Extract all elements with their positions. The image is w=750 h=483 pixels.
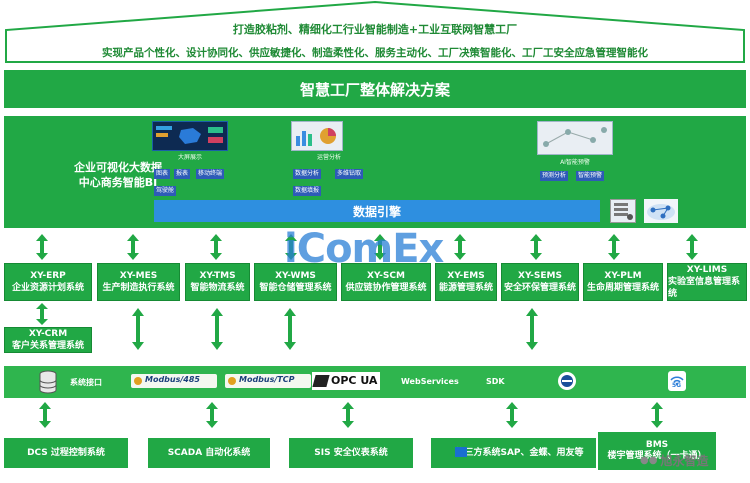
system-name: 智能物流系统 [190, 283, 245, 293]
bottom-scada: SCADA 自动化系统 [148, 438, 270, 468]
system-scm: XY-SCM 供应链协作管理系统 [341, 263, 431, 301]
system-code: XY-SCM [367, 271, 405, 281]
roof-line1: 打造胶粘剂、精细化工行业智能制造+工业互联网智慧工厂 [232, 23, 518, 36]
modbus-485-badge: Modbus/485 [131, 374, 217, 388]
roof-line2: 实现产品个性化、设计协同化、供应敏捷化、制造柔性化、服务主动化、工厂决策智能化、… [102, 46, 648, 59]
webservices-label: WebServices [401, 377, 459, 386]
network-badge-icon [558, 372, 576, 390]
sdk-label: SDK [486, 377, 505, 386]
dashboard-thumbnail-operations [291, 121, 343, 151]
modbus-tcp-label: Modbus/TCP [239, 375, 295, 384]
system-name: 能源管理系统 [438, 283, 493, 293]
bottom-name: SCADA 自动化系统 [167, 447, 251, 458]
system-tms: XY-TMS 智能物流系统 [185, 263, 250, 301]
dashboard-tag: 报表 [174, 169, 191, 179]
system-code: XY-LIMS [686, 265, 728, 275]
dashboard-tag: 数据分析 [293, 169, 322, 179]
5g-badge: 5G [668, 371, 686, 391]
modbus-icon [228, 377, 236, 385]
system-wms: XY-WMS 智能仓储管理系统 [254, 263, 337, 301]
arrows-systems-to-interface [132, 308, 538, 350]
arrows-interface-to-bottom [39, 402, 663, 428]
dashboard-caption: 大屏展示 [177, 154, 202, 161]
bottom-sis: SIS 安全仪表系统 [289, 438, 413, 468]
system-name: 生产制造执行系统 [102, 283, 175, 293]
system-erp: XY-ERP 企业资源计划系统 [4, 263, 92, 301]
wechat-icon: ●● [640, 454, 658, 466]
data-engine-label: 数据引擎 [352, 204, 401, 219]
system-lims: XY-LIMS 实验室信息管理系统 [667, 263, 747, 301]
system-name: 企业资源计划系统 [11, 283, 84, 293]
opc-ua-badge: OPC UA [312, 372, 380, 390]
system-code: XY-MES [119, 271, 158, 281]
dashboard-tag: 多维钻取 [335, 169, 364, 179]
system-sems: XY-SEMS 安全环保管理系统 [501, 263, 579, 301]
dashboard-caption: 运营分析 [316, 154, 341, 161]
wechat-brand: ●● 旭永智造 [640, 452, 708, 468]
dashboard-tag: 预测分析 [540, 171, 569, 181]
data-engine-bar: 数据引擎 [154, 200, 600, 222]
modbus-485-label: Modbus/485 [145, 375, 200, 384]
opc-ua-label: OPC UA [331, 374, 378, 387]
dashboard-thumbnail-ai-alert [537, 121, 613, 155]
dashboard-tag: 智能预警 [576, 171, 605, 181]
system-name: 智能仓储管理系统 [259, 283, 332, 293]
server-icon [610, 199, 636, 223]
system-name: 生命周期管理系统 [586, 283, 659, 293]
dashboard-thumbnail-bigscreen [152, 121, 228, 151]
system-plm: XY-PLM 生命周期管理系统 [583, 263, 663, 301]
sap-logo-icon [455, 447, 467, 457]
system-mes: XY-MES 生产制造执行系统 [97, 263, 180, 301]
banner-title: 智慧工厂整体解决方案 [299, 80, 450, 99]
system-name: 供应链协作管理系统 [345, 283, 427, 293]
5g-label: 5G [672, 382, 682, 389]
system-code: XY-PLM [604, 271, 642, 281]
system-code: XY-WMS [275, 271, 316, 281]
system-code: XY-TMS [199, 271, 236, 281]
modbus-tcp-badge: Modbus/TCP [225, 374, 311, 388]
bottom-dcs: DCS 过程控制系统 [4, 438, 128, 468]
database-icon [38, 370, 58, 394]
system-code: XY-EMS [447, 271, 485, 281]
bottom-third-party: 第三方系统SAP、金蝶、用友等 [431, 438, 596, 468]
bottom-name: DCS 过程控制系统 [27, 447, 105, 458]
brand-name: 旭永智造 [660, 453, 709, 468]
dashboard-tag: 数据填报 [293, 186, 322, 196]
solution-banner: 智慧工厂整体解决方案 [4, 70, 746, 108]
system-code: XY-SEMS [518, 271, 562, 281]
system-code: XY-ERP [30, 271, 66, 281]
system-name: 安全环保管理系统 [503, 283, 576, 293]
network-cloud-icon [644, 199, 678, 223]
bottom-name: SIS 安全仪表系统 [314, 447, 388, 458]
dashboard-tag: 驾驶舱 [154, 186, 177, 196]
dashboard-tag: 移动终端 [196, 169, 225, 179]
dashboard-tag: 图表 [154, 169, 171, 179]
modbus-icon [134, 377, 142, 385]
opc-logo-icon [312, 375, 330, 387]
system-ems: XY-EMS 能源管理系统 [435, 263, 497, 301]
dashboard-caption: AI智能预警 [560, 159, 590, 166]
system-name: 实验室信息管理系统 [668, 277, 741, 299]
interface-label: 系统接口 [70, 378, 102, 387]
